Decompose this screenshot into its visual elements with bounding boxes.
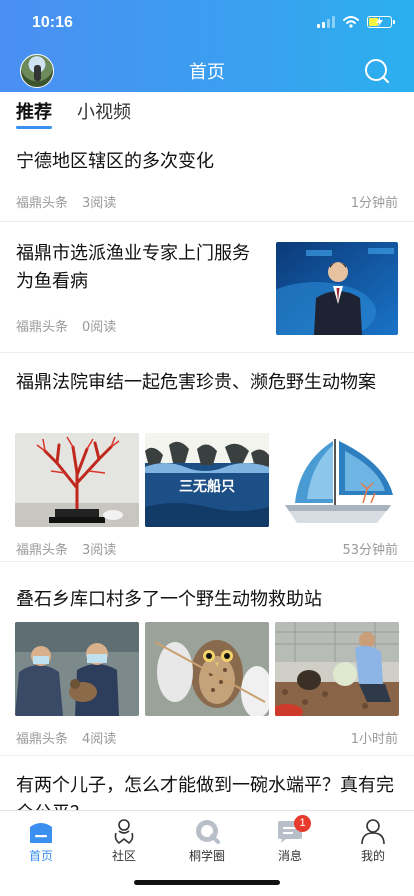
article-title: 宁德地区辖区的多次变化: [16, 151, 214, 172]
article-time: 1分钟前: [350, 196, 398, 211]
article-thumbnail[interactable]: [275, 433, 399, 527]
article-time: 1小时前: [350, 732, 398, 747]
article-reads: 0阅读: [82, 320, 117, 335]
article-title: 有两个儿子，怎么才能做到一碗水端平？真有完全公平？: [16, 775, 394, 810]
tab-recommend[interactable]: 推荐: [16, 98, 52, 124]
article-reads: 3阅读: [82, 196, 117, 211]
tab-tongxuequan[interactable]: 桐学圈: [177, 817, 237, 864]
article-thumbnail[interactable]: [276, 242, 398, 335]
article-meta: 福鼎头条 3阅读: [16, 539, 116, 558]
tab-label: 消息: [277, 849, 302, 863]
tab-short-video[interactable]: 小视频: [77, 98, 131, 124]
article-title: 福鼎市选派渔业专家上门服务为鱼看病: [16, 243, 250, 292]
page-title: 首页: [189, 62, 225, 83]
wifi-icon: [343, 16, 359, 28]
news-feed[interactable]: 宁德地区辖区的多次变化 福鼎头条 3阅读 1分钟前 福鼎市选派渔业专家上门服务为鱼…: [0, 132, 414, 810]
article-item[interactable]: 有两个儿子，怎么才能做到一碗水端平？真有完全公平？: [0, 756, 414, 810]
article-item[interactable]: 宁德地区辖区的多次变化 福鼎头条 3阅读 1分钟前: [0, 132, 414, 222]
article-meta: 福鼎头条 0阅读: [16, 316, 116, 335]
article-reads: 3阅读: [82, 543, 117, 558]
article-source: 福鼎头条: [16, 196, 69, 211]
article-source: 福鼎头条: [16, 543, 69, 558]
category-tabs: 推荐 小视频: [0, 92, 414, 132]
message-badge: 1: [294, 815, 311, 832]
article-thumbnail[interactable]: [15, 622, 139, 716]
article-item[interactable]: 福鼎市选派渔业专家上门服务为鱼看病 福鼎头条 0阅读: [0, 222, 414, 353]
circle-icon: [196, 820, 220, 844]
tab-label: 社区: [111, 849, 136, 863]
article-reads: 4阅读: [82, 732, 117, 747]
community-icon: [114, 819, 134, 845]
status-icons: [317, 16, 395, 28]
thumbnail-caption: 三无船只: [179, 478, 235, 495]
search-icon[interactable]: [364, 58, 390, 84]
article-item[interactable]: 福鼎法院审结一起危害珍贵、濒危野生动物案 三无船只 福鼎头条 3阅读 53分钟前: [0, 353, 414, 562]
article-thumbnail[interactable]: [15, 433, 139, 527]
article-time: 53分钟前: [342, 543, 398, 558]
status-time: 10:16: [32, 14, 73, 31]
tab-profile[interactable]: 我的: [343, 817, 403, 864]
article-thumbnail[interactable]: 三无船只: [145, 433, 269, 527]
article-item[interactable]: 叠石乡库口村多了一个野生动物救助站 福鼎头条 4阅读 1小时前: [0, 562, 414, 756]
article-meta: 福鼎头条 4阅读: [16, 728, 116, 747]
home-icon: [30, 823, 52, 843]
profile-icon: [361, 819, 385, 845]
article-title: 福鼎法院审结一起危害珍贵、濒危野生动物案: [16, 372, 376, 393]
article-thumbnail[interactable]: [275, 622, 399, 716]
tab-label: 桐学圈: [188, 849, 225, 863]
tab-label: 首页: [28, 849, 53, 863]
signal-icon: [317, 16, 335, 28]
article-title: 叠石乡库口村多了一个野生动物救助站: [16, 589, 322, 610]
tab-messages[interactable]: 1 消息: [260, 815, 320, 864]
home-indicator: [134, 880, 280, 885]
tab-label: 我的: [360, 849, 385, 863]
battery-icon: [367, 16, 395, 28]
app-header: 10:16 首页: [0, 0, 414, 92]
article-thumbnail[interactable]: [145, 622, 269, 716]
article-source: 福鼎头条: [16, 732, 69, 747]
active-tab-indicator: [16, 126, 52, 129]
article-source: 福鼎头条: [16, 320, 69, 335]
tab-home[interactable]: 首页: [11, 817, 71, 864]
tab-community[interactable]: 社区: [94, 817, 154, 864]
article-meta: 福鼎头条 3阅读: [16, 192, 116, 211]
